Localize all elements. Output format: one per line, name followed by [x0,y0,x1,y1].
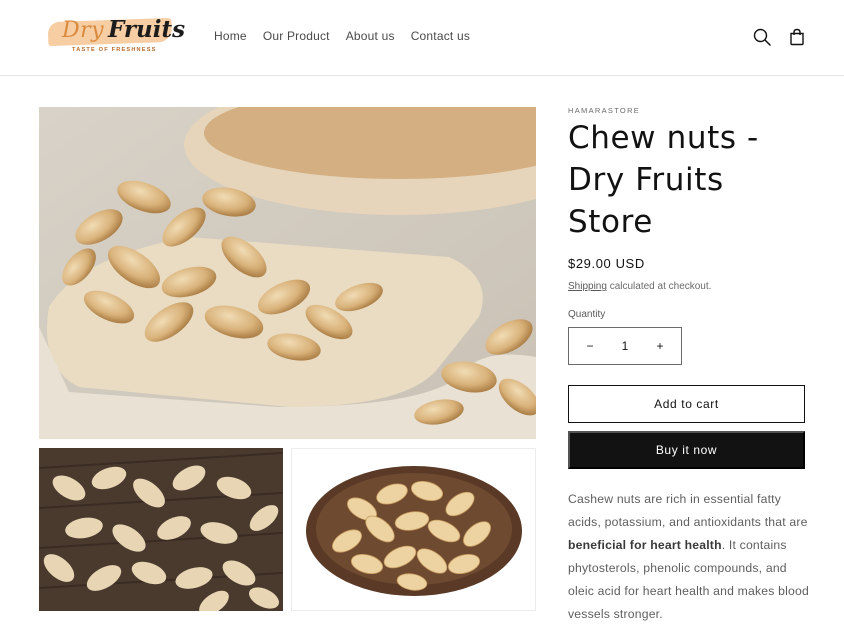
product-image-main[interactable] [39,107,536,439]
product-image-thumb-1[interactable] [39,448,283,611]
shipping-text: calculated at checkout. [606,281,712,292]
nav-our-product[interactable]: Our Product [255,29,338,43]
quantity-increase-button[interactable]: + [653,339,667,353]
logo-word-fruits: Fruits [108,16,186,43]
product-title: Chew nuts - Dry Fruits Store [568,120,759,240]
product-price: $29.00 USD [568,256,645,271]
quantity-value[interactable]: 1 [618,339,632,353]
logo-tagline: TASTE OF FRESHNESS [72,47,157,53]
product-vendor: HAMARASTORE [568,106,641,115]
search-icon[interactable] [750,25,774,49]
buy-it-now-button[interactable]: Buy it now [568,431,805,469]
product-image-thumb-2[interactable] [291,448,536,611]
logo-word-dry: Dry [62,18,105,43]
shipping-link[interactable]: Shipping [568,281,607,292]
product-description: Cashew nuts are rich in essential fatty … [568,488,814,626]
site-header: Dry Fruits TASTE OF FRESHNESS Home Our P… [0,0,844,76]
add-to-cart-button[interactable]: Add to cart [568,385,805,423]
quantity-label: Quantity [568,309,606,320]
store-logo[interactable]: Dry Fruits TASTE OF FRESHNESS [47,14,185,58]
nav-contact-us[interactable]: Contact us [403,29,478,43]
nav-about-us[interactable]: About us [338,29,403,43]
description-highlight: beneficial for heart health [568,538,722,552]
cart-icon[interactable] [785,25,809,49]
description-part-1: Cashew nuts are rich in essential fatty … [568,492,808,529]
quantity-decrease-button[interactable]: − [583,339,597,353]
main-nav: Home Our Product About us Contact us [206,29,478,43]
shipping-note: Shipping calculated at checkout. [568,281,711,292]
nav-home[interactable]: Home [206,29,255,43]
quantity-stepper: − 1 + [568,327,682,365]
